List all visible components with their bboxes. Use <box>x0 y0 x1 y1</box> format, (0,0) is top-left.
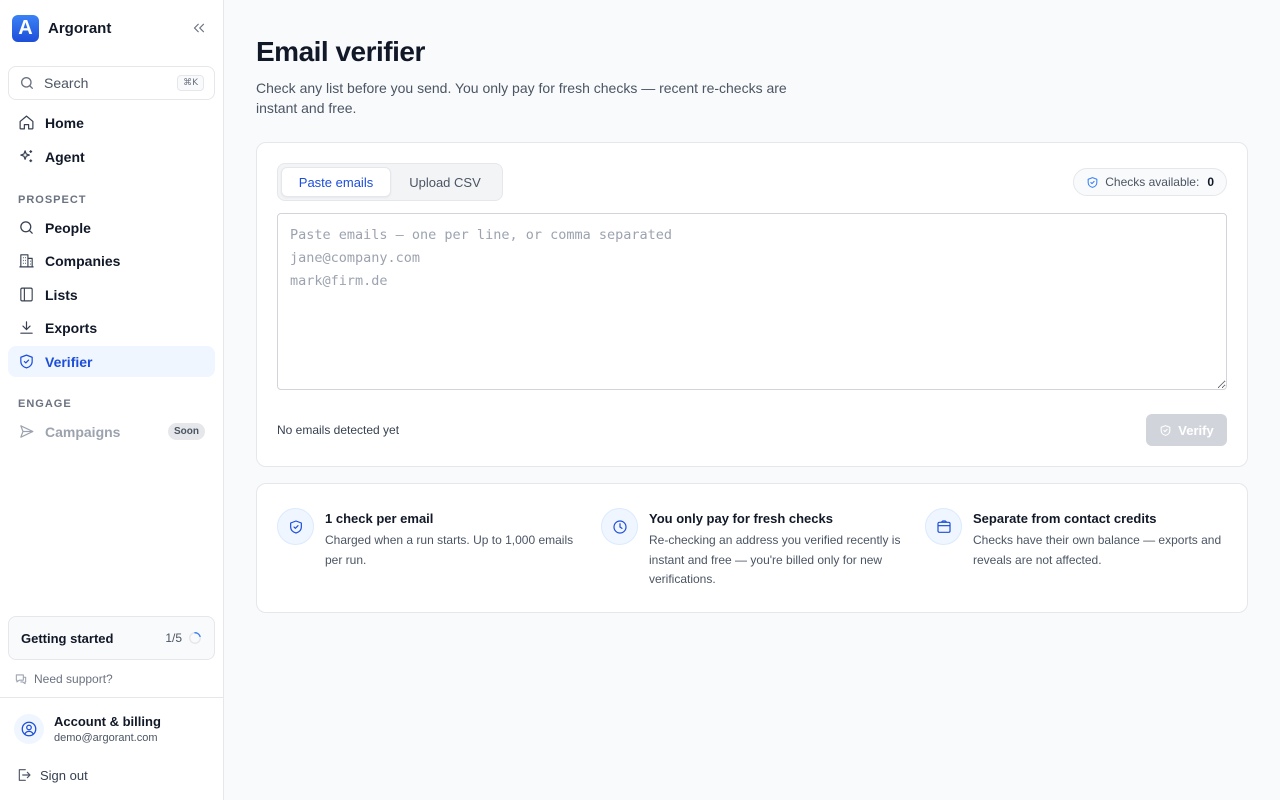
getting-started-progress: 1/5 <box>165 631 182 645</box>
info-title: Separate from contact credits <box>973 511 1157 526</box>
tab-upload-csv[interactable]: Upload CSV <box>391 167 499 197</box>
info-body: Charged when a run starts. Up to 1,000 e… <box>325 533 574 567</box>
sidebar-item-label: Lists <box>45 286 78 303</box>
getting-started-label: Getting started <box>21 630 114 646</box>
soon-badge: Soon <box>168 423 205 440</box>
sidebar-item-exports[interactable]: Exports <box>8 312 215 343</box>
verifier-card: Paste emails Upload CSV Checks available… <box>256 142 1248 467</box>
verify-button[interactable]: Verify <box>1146 414 1227 446</box>
book-icon <box>18 286 35 303</box>
getting-started-card[interactable]: Getting started 1/5 <box>8 616 215 660</box>
search-icon <box>19 75 35 91</box>
verify-label: Verify <box>1178 422 1214 438</box>
support-label: Need support? <box>34 672 113 686</box>
sidebar-item-campaigns[interactable]: Campaigns Soon <box>8 416 215 447</box>
sign-out-button[interactable]: Sign out <box>16 767 88 783</box>
log-out-icon <box>16 767 32 783</box>
detected-count: No emails detected yet <box>277 423 400 437</box>
app-name: Argorant <box>48 19 112 37</box>
shield-check-icon <box>18 353 35 370</box>
clock-icon <box>601 508 638 545</box>
info-body: Re-checking an address you verified rece… <box>649 533 901 586</box>
download-icon <box>18 319 35 336</box>
progress-ring-icon <box>188 631 202 645</box>
section-label-prospect: PROSPECT <box>18 194 87 206</box>
sidebar-item-label: Agent <box>45 148 85 165</box>
input-mode-tabs: Paste emails Upload CSV <box>277 163 503 201</box>
sidebar-item-home[interactable]: Home <box>8 107 215 138</box>
sidebar-item-agent[interactable]: Agent <box>8 141 215 172</box>
info-body: Checks have their own balance — exports … <box>973 533 1222 567</box>
chat-icon <box>14 672 28 686</box>
page-title: Email verifier <box>256 36 425 67</box>
collapse-sidebar-icon[interactable] <box>190 19 208 37</box>
account-billing[interactable]: Account & billing demo@argorant.com <box>14 714 161 744</box>
sign-out-label: Sign out <box>40 767 88 783</box>
sidebar-divider <box>0 697 223 698</box>
sidebar-item-label: People <box>45 219 91 236</box>
section-label-engage: ENGAGE <box>18 398 72 410</box>
argorant-logo: A <box>12 14 39 42</box>
sidebar-item-lists[interactable]: Lists <box>8 279 215 310</box>
tab-paste-emails[interactable]: Paste emails <box>281 167 391 197</box>
search-icon <box>18 219 35 236</box>
account-name: Account & billing <box>54 714 161 729</box>
sidebar: A Argorant Search ⌘K Home Agent PROSPECT… <box>0 0 224 800</box>
user-avatar-icon <box>14 714 44 744</box>
sidebar-item-label: Verifier <box>45 353 93 370</box>
emails-textarea[interactable] <box>277 213 1227 390</box>
search-placeholder: Search <box>44 75 89 91</box>
sidebar-item-label: Exports <box>45 319 98 336</box>
sidebar-item-companies[interactable]: Companies <box>8 245 215 276</box>
checks-available-value: 0 <box>1207 175 1214 189</box>
page-subtitle: Check any list before you send. You only… <box>256 80 787 116</box>
shield-check-icon <box>1086 176 1099 189</box>
account-email: demo@argorant.com <box>54 732 158 744</box>
info-card: 1 check per email Charged when a run sta… <box>256 483 1248 613</box>
home-icon <box>18 114 35 131</box>
wallet-icon <box>925 508 962 545</box>
support-link[interactable]: Need support? <box>14 672 113 686</box>
send-icon <box>18 423 35 440</box>
sidebar-item-label: Home <box>45 114 84 131</box>
sparkles-icon <box>18 148 35 165</box>
brand[interactable]: A Argorant <box>12 14 112 42</box>
info-title: 1 check per email <box>325 511 434 526</box>
search-shortcut: ⌘K <box>177 75 204 91</box>
building-icon <box>18 252 35 269</box>
shield-check-icon <box>1159 424 1172 437</box>
sidebar-item-label: Campaigns <box>45 423 121 440</box>
search-input[interactable]: Search ⌘K <box>8 66 215 100</box>
checks-available-label: Checks available: <box>1105 175 1200 189</box>
sidebar-item-label: Companies <box>45 252 121 269</box>
shield-check-icon <box>277 508 314 545</box>
sidebar-item-verifier[interactable]: Verifier <box>8 346 215 377</box>
info-title: You only pay for fresh checks <box>649 511 833 526</box>
sidebar-item-people[interactable]: People <box>8 212 215 243</box>
checks-available-badge: Checks available: 0 <box>1073 168 1227 196</box>
